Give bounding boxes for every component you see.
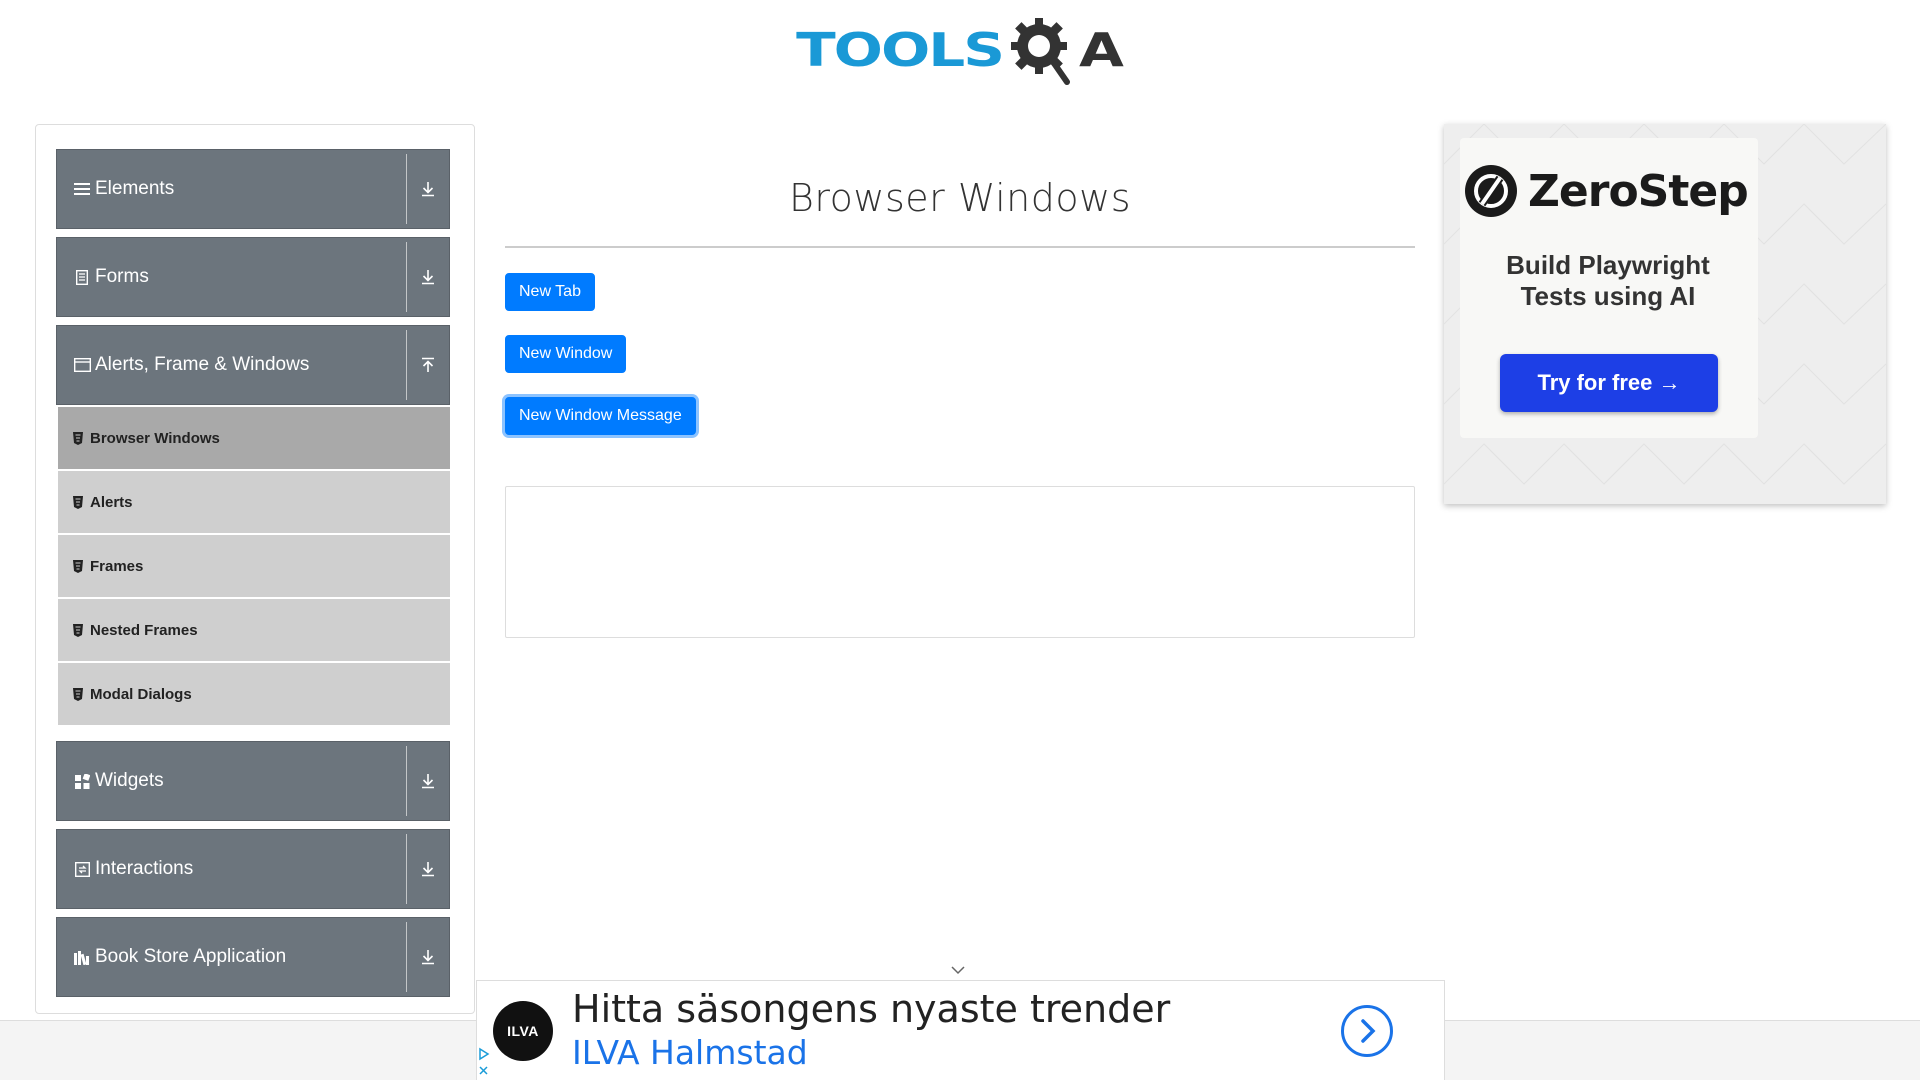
ad-tagline-line2: Tests using AI	[1520, 281, 1696, 311]
ad-brand: ZeroStep	[1528, 165, 1749, 217]
zerostep-logo: ZeroStep	[1464, 164, 1749, 218]
ilva-ad-banner[interactable]: ILVA Hitta säsongens nyaste trender ILVA…	[476, 980, 1445, 1080]
title-divider	[505, 246, 1415, 248]
html5-icon	[72, 431, 84, 445]
divider	[406, 242, 407, 312]
adchoices-icon[interactable]	[477, 1047, 491, 1081]
sidebar-item-label: Nested Frames	[90, 621, 198, 639]
sidebar-group-book-store[interactable]: Book Store Application	[56, 917, 450, 997]
page-title: Browser Windows	[788, 176, 1131, 220]
result-area	[505, 486, 1415, 638]
sidebar-item-nested-frames[interactable]: Nested Frames	[58, 599, 450, 661]
try-for-free-button[interactable]: Try for free →	[1500, 354, 1718, 412]
html5-icon	[72, 623, 84, 637]
sidebar-group-alerts-frame-windows[interactable]: Alerts, Frame & Windows	[56, 325, 450, 405]
group-label: Widgets	[95, 770, 164, 791]
interactions-icon	[73, 860, 91, 878]
chevron-right-icon	[1361, 1019, 1376, 1043]
chevron-down-icon[interactable]	[946, 964, 970, 978]
window-icon	[73, 356, 91, 374]
sidebar-item-label: Frames	[90, 557, 144, 575]
group-label: Book Store Application	[95, 946, 287, 967]
ad-open-button[interactable]	[1341, 1005, 1393, 1057]
widgets-icon	[73, 772, 91, 790]
sidebar-item-modal-dialogs[interactable]: Modal Dialogs	[58, 663, 450, 725]
download-icon[interactable]	[407, 181, 449, 197]
sidebar-group-widgets[interactable]: Widgets	[56, 741, 450, 821]
group-label: Alerts, Frame & Windows	[95, 354, 310, 375]
group-label: Interactions	[95, 858, 194, 879]
hamburger-icon	[73, 180, 91, 198]
html5-icon	[72, 687, 84, 701]
sidebar-item-label: Modal Dialogs	[90, 685, 192, 703]
sidebar-group-interactions[interactable]: Interactions	[56, 829, 450, 909]
divider	[406, 834, 407, 904]
zerostep-logo-icon	[1465, 165, 1517, 217]
divider	[406, 746, 407, 816]
download-icon[interactable]	[407, 949, 449, 965]
upload-icon[interactable]	[407, 357, 449, 373]
divider	[406, 922, 407, 992]
divider	[406, 330, 407, 400]
download-icon[interactable]	[407, 269, 449, 285]
html5-icon	[72, 495, 84, 509]
download-icon[interactable]	[407, 773, 449, 789]
logo-text: TOOLS	[796, 22, 1005, 78]
group-label: Forms	[95, 266, 149, 287]
books-icon	[73, 948, 91, 966]
divider	[406, 154, 407, 224]
zerostep-ad[interactable]: ZeroStep Build Playwright Tests using AI…	[1444, 124, 1886, 504]
download-icon[interactable]	[407, 861, 449, 877]
sidebar-item-alerts[interactable]: Alerts	[58, 471, 450, 533]
header: TOOLS A	[0, 0, 1920, 110]
sidebar: Elements Forms Alerts, Frame & Windows B…	[35, 124, 475, 1014]
group-label: Elements	[95, 178, 175, 199]
new-tab-button[interactable]: New Tab	[505, 273, 595, 311]
ilva-logo: ILVA	[493, 1001, 553, 1061]
sidebar-group-forms[interactable]: Forms	[56, 237, 450, 317]
document-icon	[73, 268, 91, 286]
ad-headline: Hitta säsongens nyaste trender	[572, 987, 1171, 1031]
new-window-button[interactable]: New Window	[505, 335, 627, 373]
sidebar-group-elements[interactable]: Elements	[56, 149, 450, 229]
sidebar-item-label: Browser Windows	[90, 429, 220, 447]
sidebar-item-browser-windows[interactable]: Browser Windows	[58, 407, 450, 469]
new-window-message-button[interactable]: New Window Message	[505, 397, 696, 435]
gear-magnifier-icon	[1011, 18, 1070, 85]
ad-tagline-line1: Build Playwright	[1506, 250, 1710, 280]
logo-text-a: A	[1079, 22, 1124, 78]
ad-advertiser[interactable]: ILVA Halmstad	[572, 1033, 808, 1072]
sidebar-item-frames[interactable]: Frames	[58, 535, 450, 597]
toolsqa-logo[interactable]: TOOLS A	[796, 10, 1124, 90]
sidebar-item-label: Alerts	[90, 493, 133, 511]
ad-tagline: Build Playwright Tests using AI	[1444, 250, 1772, 312]
html5-icon	[72, 559, 84, 573]
